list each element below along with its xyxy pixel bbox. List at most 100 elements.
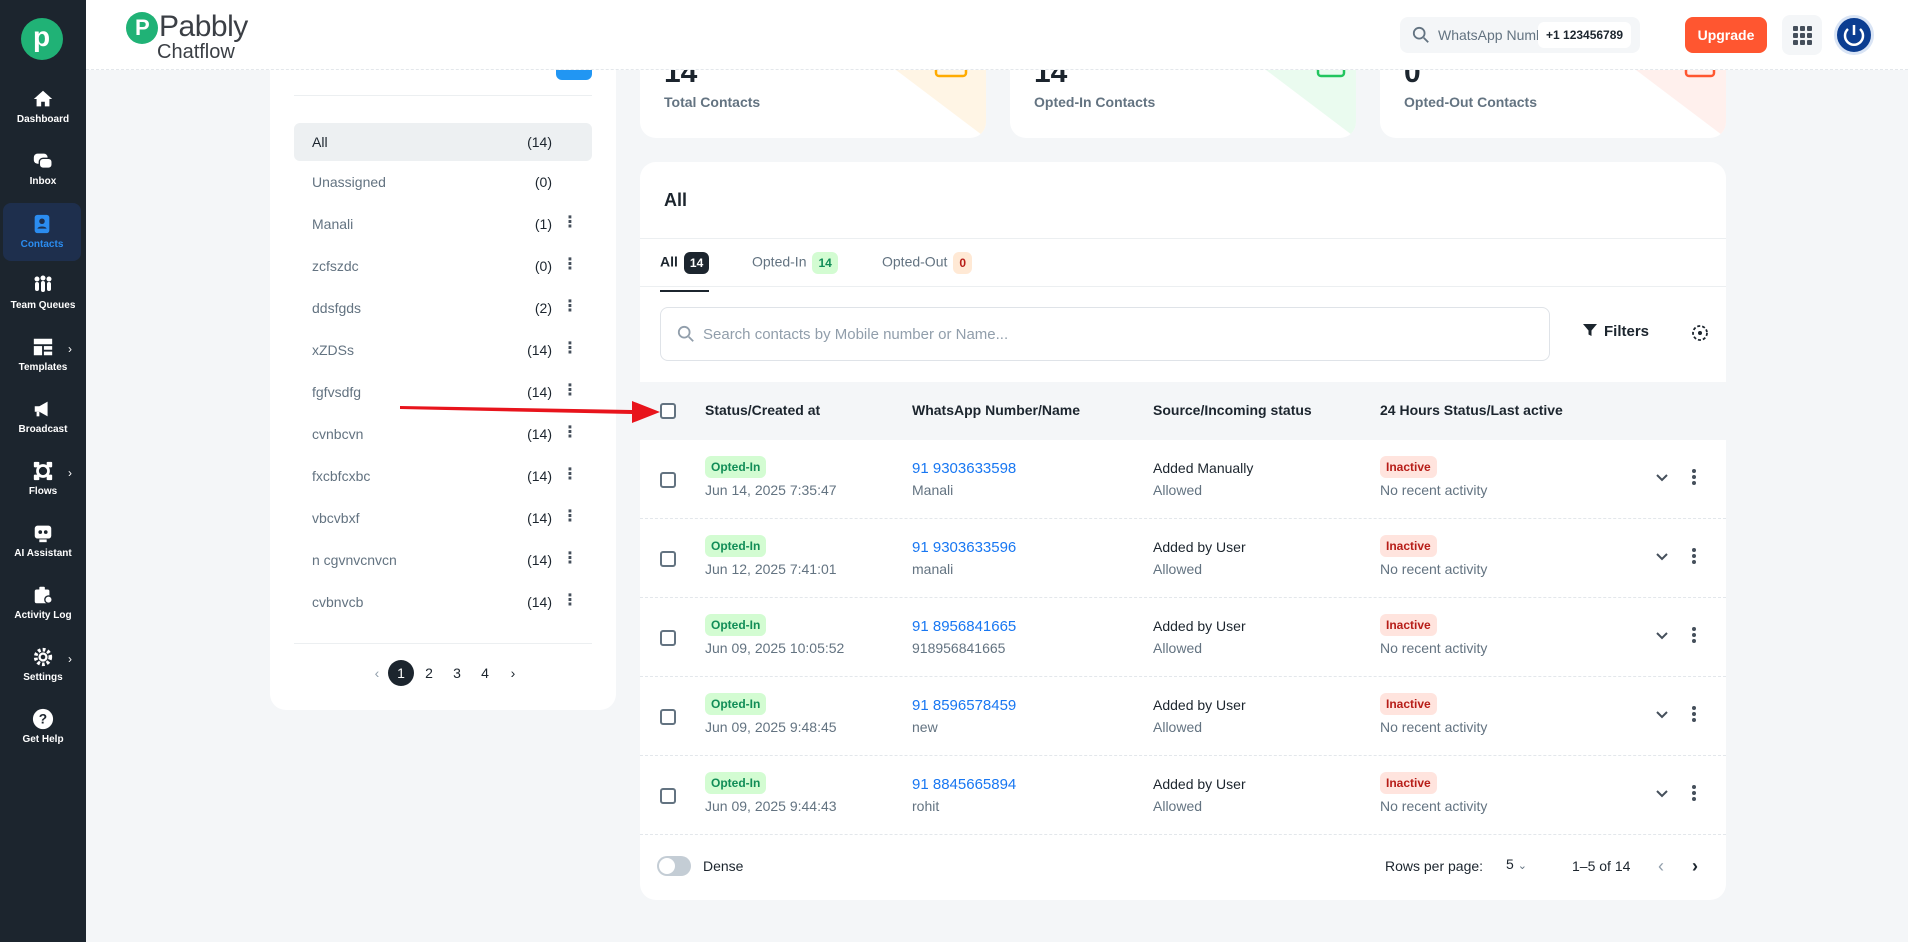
column-header[interactable]: 24 Hours Status/Last active [1380,402,1563,418]
status-badge: Opted-In [705,772,767,794]
more-vertical-icon[interactable] [1692,784,1696,807]
table-row[interactable]: Opted-In Jun 09, 2025 10:05:52 91 895684… [640,598,1726,677]
more-vertical-icon[interactable] [1692,626,1696,649]
source: Added by User [1153,539,1246,555]
more-vertical-icon[interactable]: ⋮ [562,297,578,317]
more-vertical-icon[interactable]: ⋮ [562,213,578,233]
nav-templates[interactable]: Templates › [0,332,86,390]
more-vertical-icon[interactable]: ⋮ [562,549,578,569]
whatsapp-number-link[interactable]: 91 9303633598 [912,460,1016,477]
nav-team-queues[interactable]: Team Queues [0,270,86,328]
refresh-icon[interactable] [1690,323,1710,348]
svg-text:?: ? [39,712,47,727]
list-name: zcfszdc [312,258,359,274]
previous-page-button[interactable]: ‹ [1658,856,1664,877]
column-header[interactable]: Source/Incoming status [1153,402,1312,418]
tab-label: All [660,253,678,270]
contacts-search[interactable] [660,307,1550,361]
chevron-down-icon[interactable] [1655,786,1669,805]
list-item[interactable]: Manali (1) ⋮ [294,205,592,243]
user-avatar[interactable] [1834,15,1874,55]
list-item[interactable]: cvbnvcb (14) ⋮ [294,583,592,621]
team-icon [0,270,86,298]
list-item[interactable]: n cgvnvcnvcn (14) ⋮ [294,541,592,579]
list-count: (1) [534,216,552,232]
table-row[interactable]: Opted-In Jun 09, 2025 9:48:45 91 8596578… [640,677,1726,756]
nav-activity-log[interactable]: Activity Log [0,580,86,638]
list-name: fgfvsdfg [312,384,362,400]
dense-toggle[interactable] [657,856,691,876]
list-item-all[interactable]: All (14) [294,123,592,161]
contact-name: Manali [912,482,954,498]
chevron-down-icon[interactable] [1655,549,1669,568]
chevron-down-icon[interactable] [1655,470,1669,489]
page-button[interactable]: 2 [416,660,442,686]
list-item[interactable]: xZDSs (14) ⋮ [294,331,592,369]
list-item-unassigned[interactable]: Unassigned (0) [294,163,592,201]
whatsapp-number-link[interactable]: 91 9303633596 [912,539,1016,556]
more-vertical-icon[interactable]: ⋮ [562,255,578,275]
more-vertical-icon[interactable] [1692,468,1696,491]
filters-button[interactable]: Filters [1582,322,1649,340]
whatsapp-number-link[interactable]: 91 8596578459 [912,697,1016,714]
next-page-button[interactable]: › [1692,856,1698,877]
last-active: No recent activity [1380,719,1488,735]
row-checkbox[interactable] [660,788,676,804]
nav-broadcast[interactable]: Broadcast [0,394,86,452]
apps-grid-icon[interactable] [1782,15,1822,55]
rows-per-page-select[interactable]: 5 ⌄ [1506,856,1527,872]
row-checkbox[interactable] [660,472,676,488]
activity-log-icon [0,580,86,608]
contact-name: new [912,719,938,735]
list-item[interactable]: ddsfgds (2) ⋮ [294,289,592,327]
more-vertical-icon[interactable] [1692,705,1696,728]
created-at: Jun 09, 2025 9:48:45 [705,719,837,735]
more-vertical-icon[interactable]: ⋮ [562,423,578,443]
chat-icon [0,146,86,174]
table-row[interactable]: Opted-In Jun 12, 2025 7:41:01 91 9303633… [640,519,1726,598]
nav-label: Templates [18,362,68,373]
nav-dashboard[interactable]: Dashboard [0,84,86,142]
page-button[interactable]: 4 [472,660,498,686]
nav-inbox[interactable]: Inbox [0,146,86,204]
list-item[interactable]: fxcbfcxbc (14) ⋮ [294,457,592,495]
nav-contacts[interactable]: Contacts [3,203,81,261]
activity-badge: Inactive [1380,614,1437,636]
nav-settings[interactable]: Settings › [0,642,86,700]
whatsapp-number-link[interactable]: 91 8845665894 [912,776,1016,793]
created-at: Jun 12, 2025 7:41:01 [705,561,837,577]
more-vertical-icon[interactable]: ⋮ [562,465,578,485]
more-vertical-icon[interactable]: ⋮ [562,591,578,611]
column-header[interactable]: Status/Created at [705,402,820,418]
more-vertical-icon[interactable] [1692,547,1696,570]
list-name: cvbnvcb [312,594,364,610]
chevron-down-icon[interactable] [1655,628,1669,647]
list-item[interactable]: vbcvbxf (14) ⋮ [294,499,592,537]
search-input[interactable] [703,322,1523,346]
row-checkbox[interactable] [660,630,676,646]
nav-flows[interactable]: Flows › [0,456,86,514]
list-item[interactable]: zcfszdc (0) ⋮ [294,247,592,285]
table-row[interactable]: Opted-In Jun 09, 2025 9:44:43 91 8845665… [640,756,1726,835]
add-list-button[interactable] [556,70,592,80]
table-row[interactable]: Opted-In Jun 14, 2025 7:35:47 91 9303633… [640,440,1726,519]
nav-ai-assistant[interactable]: AI Assistant [0,518,86,576]
column-header[interactable]: WhatsApp Number/Name [912,402,1080,418]
row-checkbox[interactable] [660,551,676,567]
whatsapp-number-link[interactable]: 91 8956841665 [912,618,1016,635]
select-all-checkbox[interactable] [660,403,676,419]
nav-get-help[interactable]: ? Get Help [0,704,86,762]
upgrade-button[interactable]: Upgrade [1685,17,1767,53]
more-vertical-icon[interactable]: ⋮ [562,507,578,527]
more-vertical-icon[interactable]: ⋮ [562,339,578,359]
whatsapp-number-selector[interactable]: WhatsApp Number: +1 123456789 [1400,17,1640,53]
chevron-right-icon[interactable]: › [500,660,526,686]
chevron-left-icon[interactable]: ‹ [364,660,390,686]
search-icon [1412,26,1430,47]
page-button[interactable]: 1 [388,660,414,686]
app-logo[interactable] [21,18,63,60]
row-checkbox[interactable] [660,709,676,725]
brand-mark [126,12,158,44]
chevron-down-icon[interactable] [1655,707,1669,726]
page-button[interactable]: 3 [444,660,470,686]
